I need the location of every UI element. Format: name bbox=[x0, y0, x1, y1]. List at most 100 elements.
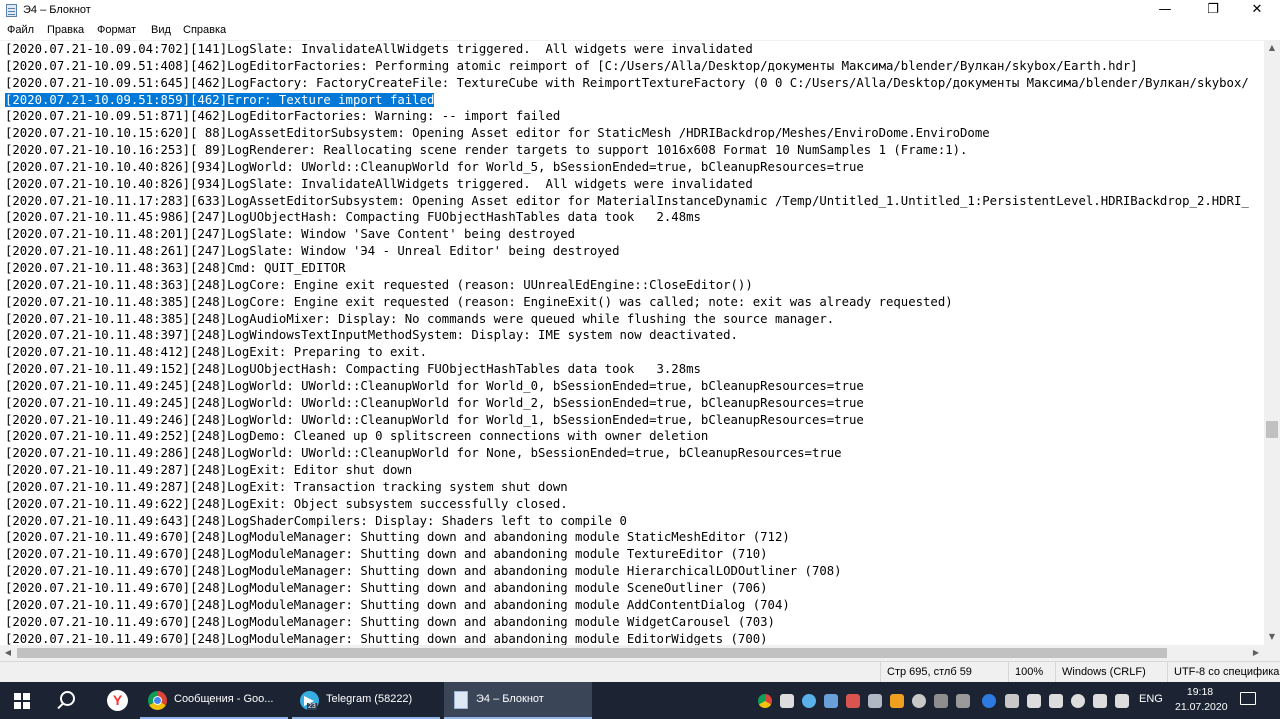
usb-icon[interactable] bbox=[1005, 694, 1019, 708]
text-editor[interactable]: [2020.07.21-10.09.04:702][141]LogSlate: … bbox=[0, 40, 1264, 646]
line-text: [2020.07.21-10.11.48:363][248]Cmd: QUIT_… bbox=[5, 260, 346, 275]
menu-help[interactable]: Справка bbox=[183, 24, 226, 36]
volume-icon[interactable] bbox=[1093, 694, 1107, 708]
taskbar-chrome[interactable]: Сообщения - Goo... bbox=[140, 682, 288, 719]
close-button[interactable]: ✕ bbox=[1234, 0, 1280, 22]
line-text: [2020.07.21-10.11.49:286][248]LogWorld: … bbox=[5, 446, 842, 461]
line-text: [2020.07.21-10.11.49:152][248]LogUObject… bbox=[5, 362, 701, 377]
menu-edit[interactable]: Правка bbox=[47, 24, 84, 36]
line-text: [2020.07.21-10.11.48:412][248]LogExit: P… bbox=[5, 345, 427, 360]
encoding: UTF-8 со спецификацией bbox=[1167, 662, 1280, 683]
text-line: [2020.07.21-10.11.48:201][247]LogSlate: … bbox=[5, 226, 1249, 243]
text-line: [2020.07.21-10.09.51:645][462]LogFactory… bbox=[5, 75, 1249, 92]
horizontal-scrollbar[interactable]: ◀ ▶ bbox=[0, 645, 1264, 661]
text-line: [2020.07.21-10.11.49:670][248]LogModuleM… bbox=[5, 614, 1249, 631]
disk-icon[interactable] bbox=[956, 694, 970, 708]
clock-time: 19:18 bbox=[1186, 686, 1214, 698]
line-text: [2020.07.21-10.11.49:670][248]LogModuleM… bbox=[5, 547, 768, 562]
clock-date: 21.07.2020 bbox=[1175, 701, 1228, 713]
text-line: [2020.07.21-10.11.49:670][248]LogModuleM… bbox=[5, 546, 1249, 563]
menu-format[interactable]: Формат bbox=[97, 24, 136, 36]
line-text: [2020.07.21-10.11.17:283][633]LogAssetEd… bbox=[5, 193, 1249, 208]
line-text: [2020.07.21-10.11.49:245][248]LogWorld: … bbox=[5, 395, 864, 410]
language-bar-icon[interactable] bbox=[1115, 694, 1129, 708]
line-text: [2020.07.21-10.09.04:702][141]LogSlate: … bbox=[5, 42, 753, 56]
scroll-left-icon[interactable]: ◀ bbox=[0, 645, 16, 661]
shield-icon[interactable] bbox=[846, 694, 860, 708]
line-text: [2020.07.21-10.11.49:245][248]LogWorld: … bbox=[5, 378, 864, 393]
gpu-icon[interactable] bbox=[934, 694, 948, 708]
text-line: [2020.07.21-10.11.49:246][248]LogWorld: … bbox=[5, 412, 1249, 429]
line-text: [2020.07.21-10.11.49:670][248]LogModuleM… bbox=[5, 614, 775, 629]
line-text: [2020.07.21-10.11.49:670][248]LogModuleM… bbox=[5, 597, 790, 612]
bluetooth-icon[interactable] bbox=[982, 694, 996, 708]
battery-icon[interactable] bbox=[1027, 694, 1041, 708]
line-text: [2020.07.21-10.11.49:670][248]LogModuleM… bbox=[5, 564, 842, 579]
line-text: [2020.07.21-10.10.16:253][ 89]LogRendere… bbox=[5, 143, 968, 158]
vertical-scrollbar[interactable]: ▲ ▼ bbox=[1264, 40, 1280, 645]
chrome-tray-icon[interactable] bbox=[758, 694, 772, 708]
text-line: [2020.07.21-10.11.48:363][248]LogCore: E… bbox=[5, 277, 1249, 294]
folder-icon[interactable] bbox=[1049, 694, 1063, 708]
keyboard-layout[interactable]: ENG bbox=[1139, 693, 1163, 705]
text-line: [2020.07.21-10.11.49:252][248]LogDemo: C… bbox=[5, 428, 1249, 445]
clock[interactable]: 19:18 21.07.2020 bbox=[1175, 685, 1228, 715]
taskbar-telegram[interactable]: 23 Telegram (58222) bbox=[292, 682, 440, 719]
line-text: [2020.07.21-10.09.51:645][462]LogFactory… bbox=[5, 75, 1249, 90]
menu-file[interactable]: Файл bbox=[7, 24, 34, 36]
line-text: [2020.07.21-10.11.48:201][247]LogSlate: … bbox=[5, 227, 576, 242]
telegram-badge: 23 bbox=[307, 703, 317, 710]
text-line: [2020.07.21-10.11.49:245][248]LogWorld: … bbox=[5, 378, 1249, 395]
text-line: [2020.07.21-10.11.49:622][248]LogExit: O… bbox=[5, 496, 1249, 513]
zoom-level: 100% bbox=[1008, 662, 1060, 683]
text-line: [2020.07.21-10.11.49:670][248]LogModuleM… bbox=[5, 529, 1249, 546]
line-text: [2020.07.21-10.11.48:397][248]LogWindows… bbox=[5, 328, 738, 343]
line-text: [2020.07.21-10.11.48:261][247]LogSlate: … bbox=[5, 244, 620, 259]
notification-icon[interactable] bbox=[1240, 692, 1256, 705]
sync-icon[interactable] bbox=[912, 694, 926, 708]
line-text: [2020.07.21-10.11.48:385][248]LogCore: E… bbox=[5, 294, 953, 309]
text-line: [2020.07.21-10.11.49:670][248]LogModuleM… bbox=[5, 563, 1249, 580]
line-text: [2020.07.21-10.09.51:871][462]LogEditorF… bbox=[5, 109, 561, 124]
text-line: [2020.07.21-10.10.40:826][934]LogSlate: … bbox=[5, 176, 1249, 193]
minimize-button[interactable]: — bbox=[1142, 0, 1188, 22]
network-icon[interactable] bbox=[868, 694, 882, 708]
text-line: [2020.07.21-10.09.51:859][462]Error: Tex… bbox=[5, 92, 1249, 109]
vertical-scroll-thumb[interactable] bbox=[1266, 421, 1278, 438]
text-line: [2020.07.21-10.10.40:826][934]LogWorld: … bbox=[5, 159, 1249, 176]
wifi-icon[interactable] bbox=[1071, 694, 1085, 708]
menu-view[interactable]: Вид bbox=[151, 24, 171, 36]
text-line: [2020.07.21-10.11.45:986][247]LogUObject… bbox=[5, 209, 1249, 226]
text-line: [2020.07.21-10.11.49:286][248]LogWorld: … bbox=[5, 445, 1249, 462]
line-text: [2020.07.21-10.10.40:826][934]LogSlate: … bbox=[5, 176, 753, 191]
taskbar-notepad[interactable]: Э4 – Блокнот bbox=[444, 682, 592, 719]
text-line: [2020.07.21-10.11.49:670][248]LogModuleM… bbox=[5, 631, 1249, 646]
line-text: [2020.07.21-10.09.51:408][462]LogEditorF… bbox=[5, 58, 1138, 73]
text-line: [2020.07.21-10.11.49:643][248]LogShaderC… bbox=[5, 513, 1249, 530]
status-bar: Стр 695, стлб 59 100% Windows (CRLF) UTF… bbox=[0, 661, 1280, 683]
app-tray-icon-2[interactable] bbox=[890, 694, 904, 708]
line-endings: Windows (CRLF) bbox=[1055, 662, 1172, 683]
title-bar[interactable]: Э4 – Блокнот — ❐ ✕ bbox=[0, 0, 1280, 22]
scroll-down-icon[interactable]: ▼ bbox=[1264, 629, 1280, 645]
text-line: [2020.07.21-10.09.51:408][462]LogEditorF… bbox=[5, 58, 1249, 75]
text-line: [2020.07.21-10.11.48:363][248]Cmd: QUIT_… bbox=[5, 260, 1249, 277]
start-button[interactable] bbox=[0, 682, 44, 719]
text-line: [2020.07.21-10.11.49:670][248]LogModuleM… bbox=[5, 597, 1249, 614]
line-text: [2020.07.21-10.11.49:670][248]LogModuleM… bbox=[5, 631, 768, 646]
horizontal-scroll-thumb[interactable] bbox=[17, 648, 1167, 658]
scroll-up-icon[interactable]: ▲ bbox=[1264, 40, 1280, 56]
search-button[interactable] bbox=[46, 682, 90, 719]
text-line: [2020.07.21-10.11.49:245][248]LogWorld: … bbox=[5, 395, 1249, 412]
text-line: [2020.07.21-10.10.15:620][ 88]LogAssetEd… bbox=[5, 125, 1249, 142]
scroll-right-icon[interactable]: ▶ bbox=[1248, 645, 1264, 661]
yandex-browser-icon[interactable] bbox=[107, 690, 128, 711]
remote-icon[interactable] bbox=[824, 694, 838, 708]
app-tray-icon[interactable] bbox=[780, 694, 794, 708]
text-line: [2020.07.21-10.11.49:287][248]LogExit: E… bbox=[5, 462, 1249, 479]
line-text: [2020.07.21-10.11.45:986][247]LogUObject… bbox=[5, 210, 701, 225]
text-line: [2020.07.21-10.11.48:385][248]LogAudioMi… bbox=[5, 311, 1249, 328]
cloud-icon[interactable] bbox=[802, 694, 816, 708]
maximize-button[interactable]: ❐ bbox=[1190, 0, 1236, 22]
taskbar-chrome-label: Сообщения - Goo... bbox=[174, 693, 274, 705]
